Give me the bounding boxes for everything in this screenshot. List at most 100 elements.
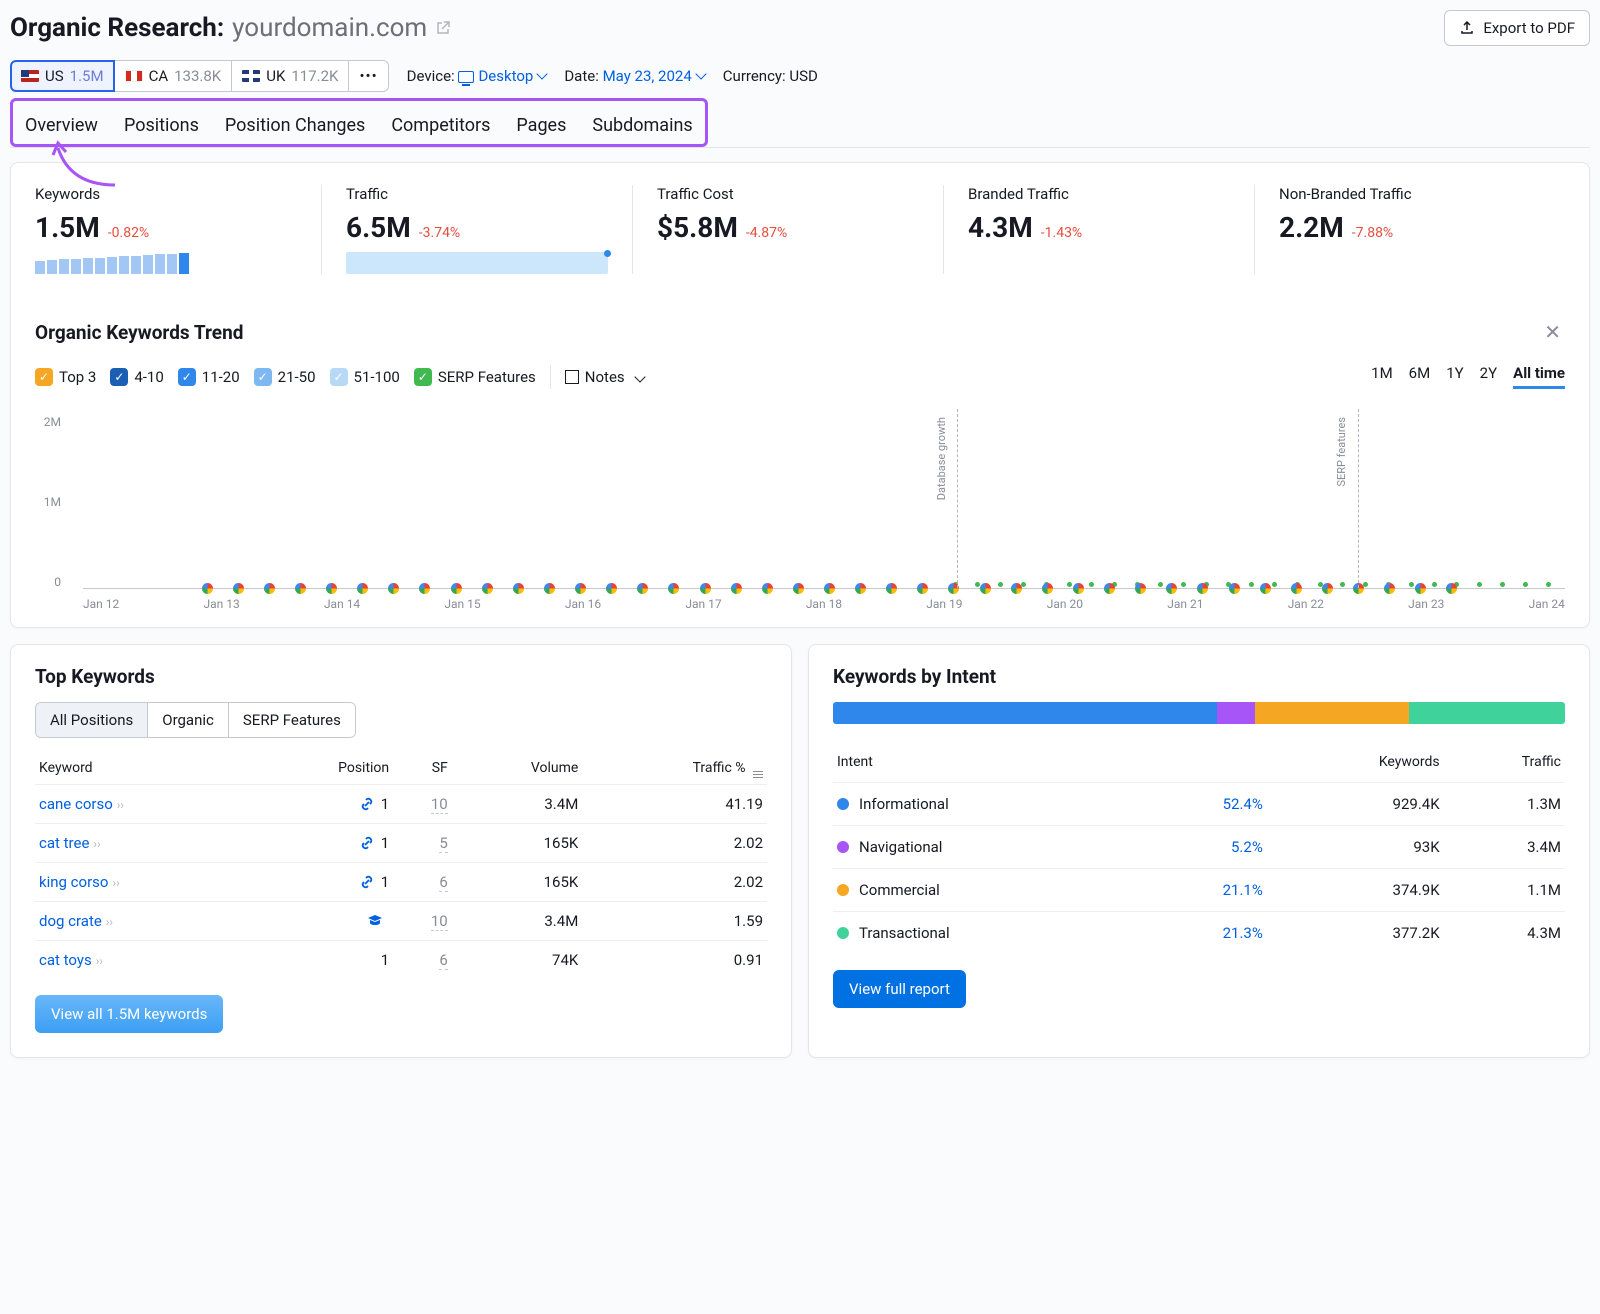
- legend-top-3[interactable]: ✓Top 3: [35, 368, 96, 386]
- chevron-down-icon: [537, 68, 548, 79]
- flag-us-icon: [21, 70, 39, 82]
- checkbox-icon: ✓: [254, 368, 272, 386]
- keyword-segments: All PositionsOrganicSERP Features: [35, 702, 356, 738]
- table-row: king corso››16165K2.02: [35, 863, 767, 902]
- view-full-report-button[interactable]: View full report: [833, 970, 966, 1008]
- chart-legend: ✓Top 3 ✓4-10 ✓11-20 ✓21-50 ✓51-100 ✓SERP Feat…: [35, 368, 536, 386]
- intent-dot-icon: [837, 884, 849, 896]
- table-row: dog crate››103.4M1.59: [35, 902, 767, 941]
- link-icon: [359, 796, 375, 812]
- chevron-down-icon: [695, 68, 706, 79]
- keyword-link[interactable]: dog crate: [39, 912, 102, 930]
- checkbox-icon: ✓: [110, 368, 128, 386]
- tab-pages[interactable]: Pages: [516, 115, 566, 136]
- table-row: Informational52.4%929.4K1.3M: [833, 783, 1565, 826]
- chevron-down-icon: [634, 371, 645, 382]
- metrics-row: Keywords1.5M-0.82%Traffic6.5M-3.74%Traff…: [11, 163, 1589, 296]
- segment-all-positions[interactable]: All Positions: [36, 703, 148, 737]
- notes-button[interactable]: Notes: [565, 368, 644, 386]
- range-2y[interactable]: 2Y: [1480, 364, 1497, 389]
- trend-chart[interactable]: 2M1M0 Database growthSERP features Jan 1…: [11, 397, 1589, 627]
- segment-organic[interactable]: Organic: [148, 703, 229, 737]
- sort-icon[interactable]: [753, 771, 763, 772]
- segment-serp-features[interactable]: SERP Features: [229, 703, 355, 737]
- link-icon: [359, 835, 375, 851]
- legend-51-100[interactable]: ✓51-100: [330, 368, 400, 386]
- keyword-link[interactable]: cane corso: [39, 795, 113, 813]
- date-filter[interactable]: Date: May 23, 2024: [564, 67, 704, 85]
- view-all-keywords-button[interactable]: View all 1.5M keywords: [35, 995, 223, 1033]
- intent-card: Keywords by Intent IntentKeywordsTraffic…: [808, 644, 1590, 1058]
- device-filter[interactable]: Device: Desktop: [407, 67, 547, 85]
- top-keywords-title: Top Keywords: [35, 665, 767, 688]
- title-domain: yourdomain.com: [232, 13, 427, 43]
- note-icon: [565, 370, 579, 384]
- table-row: Navigational5.2%93K3.4M: [833, 826, 1565, 869]
- checkbox-icon: ✓: [414, 368, 432, 386]
- more-countries-button[interactable]: •••: [349, 60, 388, 92]
- country-pill-ca[interactable]: CA 133.8K: [115, 60, 233, 92]
- range-1y[interactable]: 1Y: [1446, 364, 1463, 389]
- chart-annotation: SERP features: [1335, 417, 1348, 487]
- title-prefix: Organic Research:: [10, 13, 224, 43]
- top-keywords-table: KeywordPositionSFVolumeTraffic % cane co…: [35, 752, 767, 979]
- keyword-link[interactable]: king corso: [39, 873, 108, 891]
- chevron-right-icon: ››: [106, 915, 113, 929]
- tab-position-changes[interactable]: Position Changes: [225, 115, 365, 136]
- keyword-link[interactable]: cat toys: [39, 951, 92, 969]
- checkbox-icon: ✓: [330, 368, 348, 386]
- tab-positions[interactable]: Positions: [124, 115, 199, 136]
- legend-21-50[interactable]: ✓21-50: [254, 368, 316, 386]
- page-title: Organic Research: yourdomain.com: [10, 13, 451, 43]
- checkbox-icon: ✓: [35, 368, 53, 386]
- table-row: Commercial21.1%374.9K1.1M: [833, 869, 1565, 912]
- table-row: Transactional21.3%377.2K4.3M: [833, 912, 1565, 955]
- tab-subdomains[interactable]: Subdomains: [592, 115, 692, 136]
- trend-title: Organic Keywords Trend: [35, 321, 243, 344]
- keyword-link[interactable]: cat tree: [39, 834, 89, 852]
- flag-uk-icon: [242, 70, 260, 82]
- chevron-right-icon: ››: [112, 876, 119, 890]
- upload-icon: [1459, 20, 1475, 36]
- tab-competitors[interactable]: Competitors: [391, 115, 490, 136]
- legend-serp-features[interactable]: ✓SERP Features: [414, 368, 536, 386]
- intent-table: IntentKeywordsTraffic Informational52.4%…: [833, 742, 1565, 954]
- annotation-arrow: [50, 140, 130, 194]
- chevron-right-icon: ››: [117, 798, 124, 812]
- metric-non-branded-traffic[interactable]: Non-Branded Traffic2.2M-7.88%: [1254, 185, 1565, 274]
- intent-bar[interactable]: [833, 702, 1565, 724]
- metric-branded-traffic[interactable]: Branded Traffic4.3M-1.43%: [943, 185, 1254, 274]
- table-row: cat tree››15165K2.02: [35, 824, 767, 863]
- intent-pct-link[interactable]: 5.2%: [1231, 838, 1263, 856]
- metric-traffic-cost[interactable]: Traffic Cost$5.8M-4.87%: [632, 185, 943, 274]
- flag-ca-icon: [125, 70, 143, 82]
- table-row: cane corso››1103.4M41.19: [35, 785, 767, 824]
- country-selector: US 1.5MCA 133.8KUK 117.2K•••: [10, 60, 389, 92]
- range-1m[interactable]: 1M: [1371, 364, 1393, 389]
- range-6m[interactable]: 6M: [1409, 364, 1431, 389]
- checkbox-icon: ✓: [178, 368, 196, 386]
- table-row: cat toys››1674K0.91: [35, 941, 767, 980]
- time-range-selector: 1M 6M 1Y 2Y All time: [1371, 364, 1565, 389]
- close-icon[interactable]: ✕: [1540, 316, 1565, 348]
- legend-4-10[interactable]: ✓4-10: [110, 368, 163, 386]
- metric-traffic[interactable]: Traffic6.5M-3.74%: [321, 185, 632, 274]
- top-keywords-card: Top Keywords All PositionsOrganicSERP Fe…: [10, 644, 792, 1058]
- intent-dot-icon: [837, 927, 849, 939]
- external-link-icon[interactable]: [435, 20, 451, 36]
- country-pill-us[interactable]: US 1.5M: [10, 60, 115, 92]
- export-pdf-button[interactable]: Export to PDF: [1444, 10, 1590, 46]
- intent-dot-icon: [837, 841, 849, 853]
- metric-keywords[interactable]: Keywords1.5M-0.82%: [35, 185, 321, 274]
- chevron-right-icon: ››: [93, 837, 100, 851]
- intent-dot-icon: [837, 798, 849, 810]
- export-label: Export to PDF: [1483, 19, 1575, 37]
- intent-pct-link[interactable]: 52.4%: [1223, 795, 1263, 813]
- legend-11-20[interactable]: ✓11-20: [178, 368, 240, 386]
- range-all-time[interactable]: All time: [1513, 364, 1565, 389]
- chart-annotation: Database growth: [935, 417, 948, 500]
- intent-pct-link[interactable]: 21.1%: [1223, 881, 1263, 899]
- intent-pct-link[interactable]: 21.3%: [1223, 924, 1263, 942]
- tab-overview[interactable]: Overview: [25, 115, 98, 136]
- country-pill-uk[interactable]: UK 117.2K: [232, 60, 349, 92]
